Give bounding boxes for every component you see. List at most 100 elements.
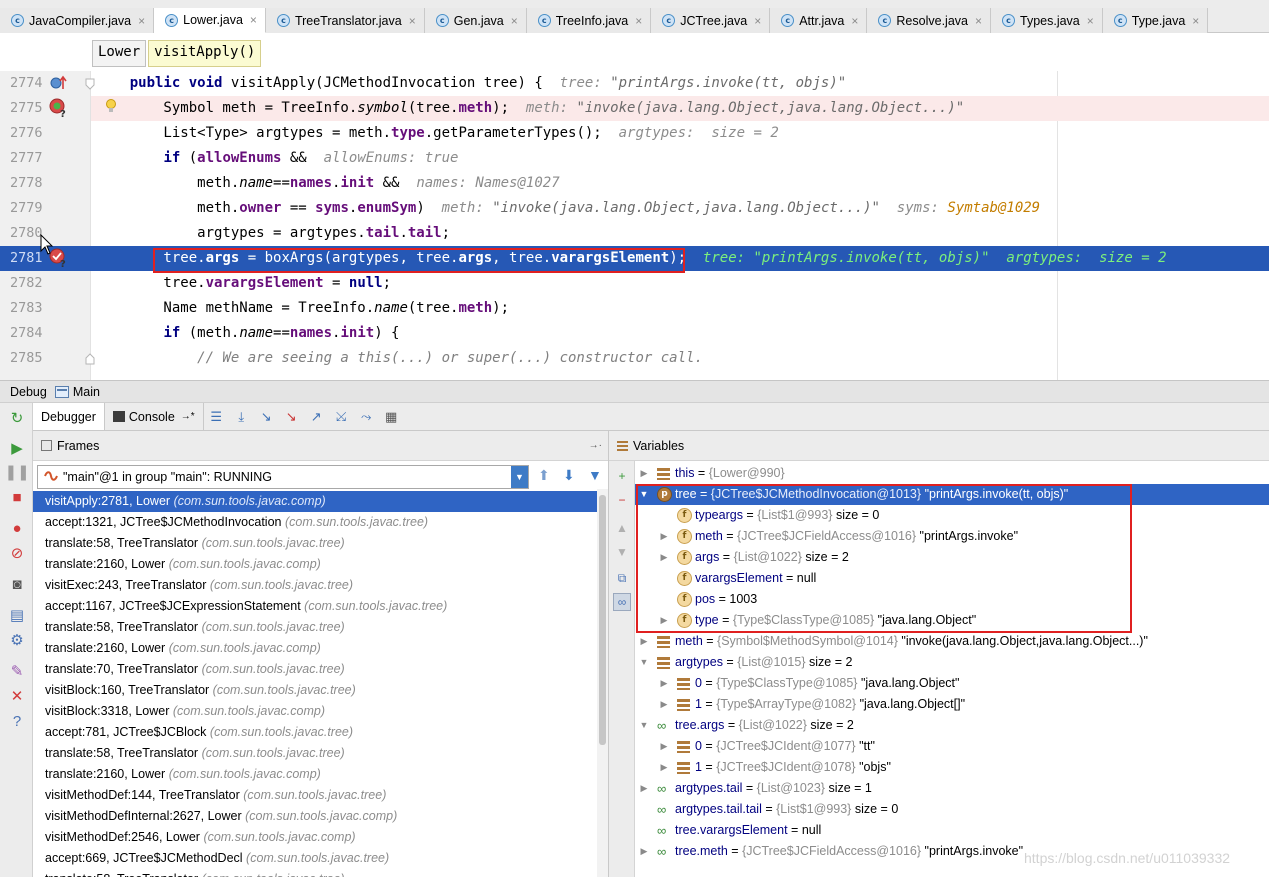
fold-end-icon[interactable] xyxy=(85,353,95,368)
variable-row[interactable]: ▼ ∞ tree.args = {List@1022} size = 2 xyxy=(635,715,1269,736)
frame-row[interactable]: visitMethodDef:144, TreeTranslator (com.… xyxy=(33,785,608,806)
show-execution-point-icon[interactable]: ☰ xyxy=(204,403,229,430)
frame-row[interactable]: visitApply:2781, Lower (com.sun.tools.ja… xyxy=(33,491,608,512)
frame-row[interactable]: visitExec:243, TreeTranslator (com.sun.t… xyxy=(33,575,608,596)
pause-icon[interactable]: ❚❚ xyxy=(4,463,29,481)
variable-row[interactable]: ▶ this = {Lower@990} xyxy=(635,463,1269,484)
force-step-into-icon[interactable]: ↘ xyxy=(279,403,304,430)
code-line[interactable]: 2775 Symbol meth = TreeInfo.symbol(tree.… xyxy=(0,96,1269,121)
code-line[interactable]: 2785 // We are seeing a this(...) or sup… xyxy=(0,346,1269,371)
frame-row[interactable]: visitMethodDefInternal:2627, Lower (com.… xyxy=(33,806,608,827)
chevron-down-icon[interactable]: ▼ xyxy=(511,466,528,488)
tab-console[interactable]: Console →* xyxy=(105,403,204,430)
drop-frame-icon[interactable]: ⤩ xyxy=(329,403,354,430)
close-tab-icon[interactable]: × xyxy=(851,14,858,28)
variable-row[interactable]: ▶ meth = {Symbol$MethodSymbol@1014} "invo… xyxy=(635,631,1269,652)
move-down-icon[interactable]: ▼ xyxy=(613,543,631,561)
close-tab-icon[interactable]: × xyxy=(1192,14,1199,28)
tab-type[interactable]: c Type.java × xyxy=(1102,8,1209,33)
run-config-label[interactable]: Main xyxy=(73,385,100,399)
fold-icon[interactable] xyxy=(85,78,95,93)
filter-icon[interactable]: ▼ xyxy=(588,467,602,483)
variable-row[interactable]: f pos = 1003 xyxy=(635,589,1269,610)
frame-row[interactable]: translate:58, TreeTranslator (com.sun.to… xyxy=(33,533,608,554)
code-line[interactable]: 2774 public void visitApply(JCMethodInvo… xyxy=(0,71,1269,96)
breadcrumb-class[interactable]: Lower xyxy=(92,40,147,67)
collapse-arrow-icon[interactable]: ▼ xyxy=(639,484,649,505)
frame-row[interactable]: translate:2160, Lower (com.sun.tools.jav… xyxy=(33,764,608,785)
variable-row[interactable]: ∞ tree.varargsElement = null xyxy=(635,820,1269,841)
close-tab-icon[interactable]: × xyxy=(975,14,982,28)
expand-arrow-icon[interactable]: ▶ xyxy=(639,463,649,484)
frame-row[interactable]: translate:2160, Lower (com.sun.tools.jav… xyxy=(33,554,608,575)
frame-row[interactable]: translate:2160, Lower (com.sun.tools.jav… xyxy=(33,638,608,659)
variable-row[interactable]: ▶ f meth = {JCTree$JCFieldAccess@1016} "pr… xyxy=(635,526,1269,547)
tab-types[interactable]: c Types.java × xyxy=(991,8,1103,33)
close-tab-icon[interactable]: × xyxy=(754,14,761,28)
variable-row[interactable]: ▶ f args = {List@1022} size = 2 xyxy=(635,547,1269,568)
frame-row[interactable]: visitMethodDef:2546, Lower (com.sun.tool… xyxy=(33,827,608,848)
expand-arrow-icon[interactable]: ▶ xyxy=(659,736,669,757)
override-marker-icon[interactable] xyxy=(50,74,68,95)
step-into-icon[interactable]: ↘ xyxy=(254,403,279,430)
expand-arrow-icon[interactable]: ▶ xyxy=(659,547,669,568)
variable-row[interactable]: ▼ p tree = {JCTree$JCMethodInvocation@1013… xyxy=(635,484,1269,505)
settings-gear-icon[interactable]: ⚙ xyxy=(8,631,26,649)
tab-javacompiler[interactable]: c JavaCompiler.java × xyxy=(0,8,155,33)
collapse-arrow-icon[interactable]: ▼ xyxy=(639,652,649,673)
expand-arrow-icon[interactable]: ▶ xyxy=(659,610,669,631)
variable-row[interactable]: ▶ f type = {Type$ClassType@1085} "java.lan… xyxy=(635,610,1269,631)
help-icon[interactable]: ? xyxy=(8,712,26,730)
frames-scroll-thumb[interactable] xyxy=(599,495,606,745)
variable-row[interactable]: ▶ 1 = {Type$ArrayType@1082} "java.lang.Ob… xyxy=(635,694,1269,715)
expand-arrow-icon[interactable]: ▶ xyxy=(659,694,669,715)
expand-arrow-icon[interactable]: ▶ xyxy=(659,526,669,547)
variable-row[interactable]: ▶ ∞ argtypes.tail = {List@1023} size = 1 xyxy=(635,778,1269,799)
frame-row[interactable]: translate:58, TreeTranslator (com.sun.to… xyxy=(33,743,608,764)
step-out-icon[interactable]: ↗ xyxy=(304,403,329,430)
frames-pin-icon[interactable]: →· xyxy=(589,440,602,451)
variable-row[interactable]: ▼ argtypes = {List@1015} size = 2 xyxy=(635,652,1269,673)
code-line[interactable]: 2783 Name methName = TreeInfo.name(tree.… xyxy=(0,296,1269,321)
close-tab-icon[interactable]: × xyxy=(511,14,518,28)
tab-debugger[interactable]: Debugger xyxy=(33,403,105,430)
copy-icon[interactable]: ⧉ xyxy=(613,569,631,587)
expand-arrow-icon[interactable]: ▶ xyxy=(639,778,649,799)
close-tab-icon[interactable]: × xyxy=(138,14,145,28)
tab-gen[interactable]: c Gen.java × xyxy=(424,8,527,33)
close-icon[interactable]: ✕ xyxy=(8,687,26,705)
tab-treetranslator[interactable]: c TreeTranslator.java × xyxy=(265,8,425,33)
frames-scrollbar[interactable] xyxy=(597,489,608,877)
next-frame-icon[interactable]: ⬇ xyxy=(563,467,575,484)
frame-row[interactable]: translate:70, TreeTranslator (com.sun.to… xyxy=(33,659,608,680)
frame-row[interactable]: accept:1321, JCTree$JCMethodInvocation (… xyxy=(33,512,608,533)
frame-row[interactable]: translate:58, TreeTranslator (com.sun.to… xyxy=(33,869,608,877)
stop-icon[interactable]: ■ xyxy=(8,488,26,506)
rerun-icon[interactable]: ↻ xyxy=(8,409,26,427)
lightbulb-icon[interactable] xyxy=(104,98,118,117)
code-editor[interactable]: 2774 public void visitApply(JCMethodInvo… xyxy=(0,71,1269,380)
breakpoint-verified-icon[interactable]: ? xyxy=(48,97,68,122)
mute-breakpoints-icon[interactable]: ⊘ xyxy=(8,544,26,562)
variable-row[interactable]: ∞ argtypes.tail.tail = {List$1@993} size … xyxy=(635,799,1269,820)
evaluate-expression-icon[interactable]: ▦ xyxy=(379,403,404,430)
tab-attr[interactable]: c Attr.java × xyxy=(770,8,868,33)
breadcrumb-method[interactable]: visitApply() xyxy=(148,40,262,67)
close-tab-icon[interactable]: × xyxy=(250,13,257,27)
show-watches-icon[interactable]: ∞ xyxy=(613,593,631,611)
resume-icon[interactable]: ▶ xyxy=(8,439,26,457)
thread-selector[interactable]: "main"@1 in group "main": RUNNING ▼ xyxy=(37,465,529,489)
tab-treeinfo[interactable]: c TreeInfo.java × xyxy=(526,8,652,33)
remove-watch-icon[interactable]: − xyxy=(613,491,631,509)
variable-row[interactable]: ▶ 0 = {JCTree$JCIdent@1077} "tt" xyxy=(635,736,1269,757)
variable-row[interactable]: f typeargs = {List$1@993} size = 0 xyxy=(635,505,1269,526)
previous-frame-icon[interactable]: ⬆ xyxy=(538,467,550,484)
view-breakpoints-icon[interactable]: ● xyxy=(8,519,26,537)
frame-row[interactable]: visitBlock:160, TreeTranslator (com.sun.… xyxy=(33,680,608,701)
expand-arrow-icon[interactable]: ▶ xyxy=(659,757,669,778)
tab-resolve[interactable]: c Resolve.java × xyxy=(867,8,991,33)
code-line[interactable]: 2779 meth.owner == syms.enumSym) meth: "… xyxy=(0,196,1269,221)
code-line[interactable]: 2784 if (meth.name==names.init) { xyxy=(0,321,1269,346)
code-line[interactable]: 2777 if (allowEnums && allowEnums: true xyxy=(0,146,1269,171)
close-tab-icon[interactable]: × xyxy=(1087,14,1094,28)
